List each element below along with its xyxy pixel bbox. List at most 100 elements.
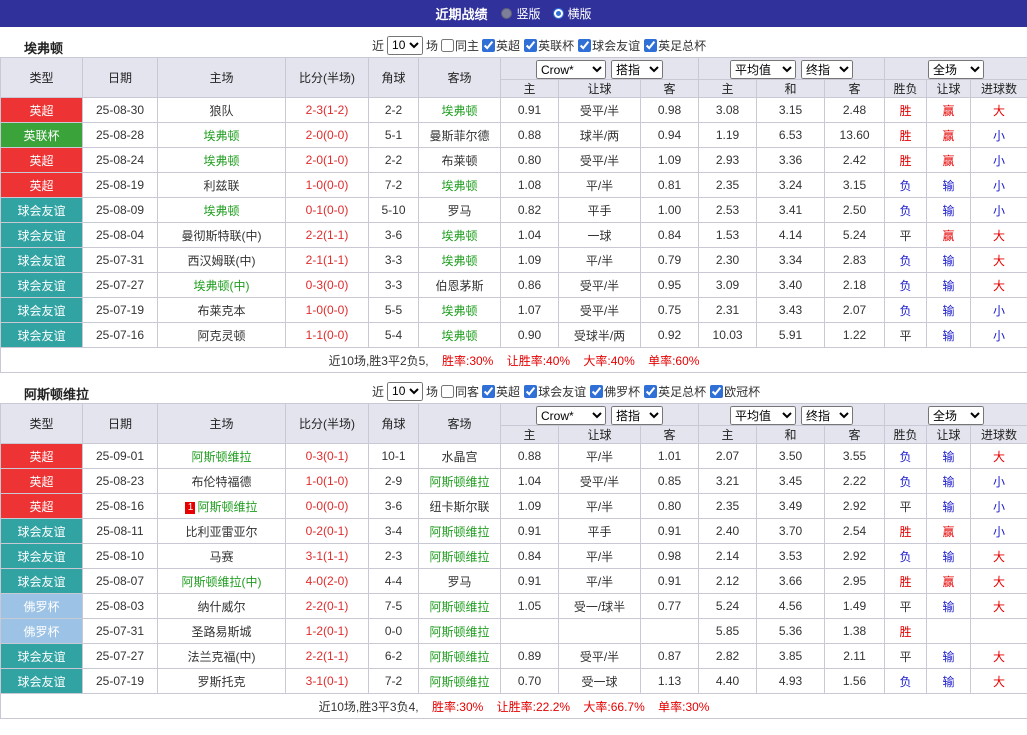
competition-checkbox[interactable] xyxy=(590,384,604,398)
home-team[interactable]: 阿克灵顿 xyxy=(197,329,245,343)
layout-radio[interactable]: 横版 xyxy=(552,5,592,22)
competition-filter[interactable]: 英超 xyxy=(482,37,520,54)
match-score[interactable]: 2-2(0-1) xyxy=(285,593,369,619)
competition-filter[interactable]: 球会友谊 xyxy=(578,37,640,54)
home-team[interactable]: 法兰克福(中) xyxy=(188,650,256,664)
away-team[interactable]: 埃弗顿 xyxy=(441,329,477,343)
home-team[interactable]: 埃弗顿(中) xyxy=(194,279,250,293)
competition-filter[interactable]: 英超 xyxy=(482,383,520,400)
home-team[interactable]: 利兹联 xyxy=(203,179,239,193)
home-team[interactable]: 比利亚雷亚尔 xyxy=(185,525,257,539)
match-score[interactable]: 1-0(0-0) xyxy=(285,297,369,323)
average-select[interactable]: 平均值 xyxy=(730,406,797,425)
final-index-select[interactable]: 终指 xyxy=(801,60,854,79)
competition-checkbox[interactable] xyxy=(524,38,538,52)
away-team[interactable]: 布莱顿 xyxy=(441,154,477,168)
venue-filter[interactable]: 同主 xyxy=(441,37,479,54)
away-team[interactable]: 伯恩茅斯 xyxy=(435,279,483,293)
competition-checkbox[interactable] xyxy=(482,38,496,52)
layout-radio[interactable]: 竖版 xyxy=(501,5,541,22)
match-score[interactable]: 2-2(1-1) xyxy=(285,222,369,248)
match-score[interactable]: 3-1(0-1) xyxy=(285,668,369,694)
home-team[interactable]: 纳什威尔 xyxy=(197,600,245,614)
match-score[interactable]: 2-3(1-2) xyxy=(285,97,369,123)
competition-checkbox[interactable] xyxy=(524,384,538,398)
competition-filter[interactable]: 英联杯 xyxy=(524,37,574,54)
away-team[interactable]: 埃弗顿 xyxy=(441,304,477,318)
match-score[interactable]: 0-3(0-0) xyxy=(285,272,369,298)
competition-checkbox[interactable] xyxy=(578,38,592,52)
match-score[interactable]: 4-0(2-0) xyxy=(285,568,369,594)
competition-filter[interactable]: 英足总杯 xyxy=(644,383,706,400)
win-loss-result: 负 xyxy=(884,272,928,298)
home-team[interactable]: 阿斯顿维拉 xyxy=(191,450,251,464)
away-team[interactable]: 阿斯顿维拉 xyxy=(429,600,489,614)
bookmaker-select[interactable]: Crow* xyxy=(536,406,607,425)
match-score[interactable]: 0-0(0-0) xyxy=(285,493,369,519)
match-score[interactable]: 2-2(1-1) xyxy=(285,643,369,669)
away-team[interactable]: 阿斯顿维拉 xyxy=(429,475,489,489)
away-team[interactable]: 阿斯顿维拉 xyxy=(429,525,489,539)
home-team[interactable]: 曼彻斯特联(中) xyxy=(182,229,262,243)
away-team[interactable]: 埃弗顿 xyxy=(441,104,477,118)
competition-filter[interactable]: 英足总杯 xyxy=(644,37,706,54)
home-team[interactable]: 阿斯顿维拉(中) xyxy=(182,575,262,589)
match-score[interactable]: 3-1(1-1) xyxy=(285,543,369,569)
match-score[interactable]: 1-2(0-1) xyxy=(285,618,369,644)
handicap-index-select[interactable]: 搭指 xyxy=(611,60,664,79)
scope-select[interactable]: 全场 xyxy=(928,60,985,79)
competition-filter[interactable]: 欧冠杯 xyxy=(710,383,760,400)
venue-checkbox[interactable] xyxy=(441,384,455,398)
match-score[interactable]: 0-2(0-1) xyxy=(285,518,369,544)
home-team[interactable]: 马赛 xyxy=(209,550,233,564)
home-team[interactable]: 埃弗顿 xyxy=(203,204,239,218)
competition-checkbox[interactable] xyxy=(710,384,724,398)
avg-away-odds: 3.15 xyxy=(824,172,886,198)
away-team[interactable]: 阿斯顿维拉 xyxy=(429,675,489,689)
home-team[interactable]: 布莱克本 xyxy=(197,304,245,318)
away-team[interactable]: 阿斯顿维拉 xyxy=(429,550,489,564)
bookmaker-select[interactable]: Crow* xyxy=(536,60,607,79)
home-team[interactable]: 埃弗顿 xyxy=(203,129,239,143)
venue-checkbox[interactable] xyxy=(441,38,455,52)
match-score[interactable]: 2-0(0-0) xyxy=(285,122,369,148)
away-team[interactable]: 纽卡斯尔联 xyxy=(429,500,489,514)
home-team[interactable]: 圣路易斯城 xyxy=(191,625,251,639)
away-team[interactable]: 埃弗顿 xyxy=(441,179,477,193)
match-score[interactable]: 2-1(1-1) xyxy=(285,247,369,273)
home-team[interactable]: 罗斯托克 xyxy=(197,675,245,689)
home-team[interactable]: 阿斯顿维拉 xyxy=(197,500,257,514)
competition-filter[interactable]: 球会友谊 xyxy=(524,383,586,400)
scope-group: 全场 xyxy=(884,403,1027,426)
match-score[interactable]: 0-3(0-1) xyxy=(285,443,369,469)
away-team[interactable]: 曼斯菲尔德 xyxy=(429,129,489,143)
scope-select[interactable]: 全场 xyxy=(928,406,985,425)
away-team[interactable]: 阿斯顿维拉 xyxy=(429,625,489,639)
final-index-select[interactable]: 终指 xyxy=(801,406,854,425)
match-score[interactable]: 1-0(0-0) xyxy=(285,172,369,198)
match-count-select[interactable]: 10 xyxy=(387,381,424,401)
venue-filter[interactable]: 同客 xyxy=(441,383,479,400)
match-score[interactable]: 1-1(0-0) xyxy=(285,322,369,348)
average-select[interactable]: 平均值 xyxy=(730,60,797,79)
match-score[interactable]: 1-0(1-0) xyxy=(285,468,369,494)
away-team[interactable]: 埃弗顿 xyxy=(441,254,477,268)
competition-checkbox[interactable] xyxy=(644,384,658,398)
home-team[interactable]: 布伦特福德 xyxy=(191,475,251,489)
away-team[interactable]: 水晶宫 xyxy=(441,450,477,464)
away-team[interactable]: 埃弗顿 xyxy=(441,229,477,243)
handicap-line: 受平/半 xyxy=(558,643,641,669)
handicap-index-select[interactable]: 搭指 xyxy=(611,406,664,425)
match-count-select[interactable]: 10 xyxy=(387,35,424,55)
away-team[interactable]: 罗马 xyxy=(447,204,471,218)
away-team[interactable]: 罗马 xyxy=(447,575,471,589)
competition-filter[interactable]: 佛罗杯 xyxy=(590,383,640,400)
competition-checkbox[interactable] xyxy=(644,38,658,52)
match-score[interactable]: 0-1(0-0) xyxy=(285,197,369,223)
home-team[interactable]: 狼队 xyxy=(209,104,233,118)
competition-checkbox[interactable] xyxy=(482,384,496,398)
away-team[interactable]: 阿斯顿维拉 xyxy=(429,650,489,664)
home-team[interactable]: 西汉姆联(中) xyxy=(188,254,256,268)
home-team[interactable]: 埃弗顿 xyxy=(203,154,239,168)
match-score[interactable]: 2-0(1-0) xyxy=(285,147,369,173)
